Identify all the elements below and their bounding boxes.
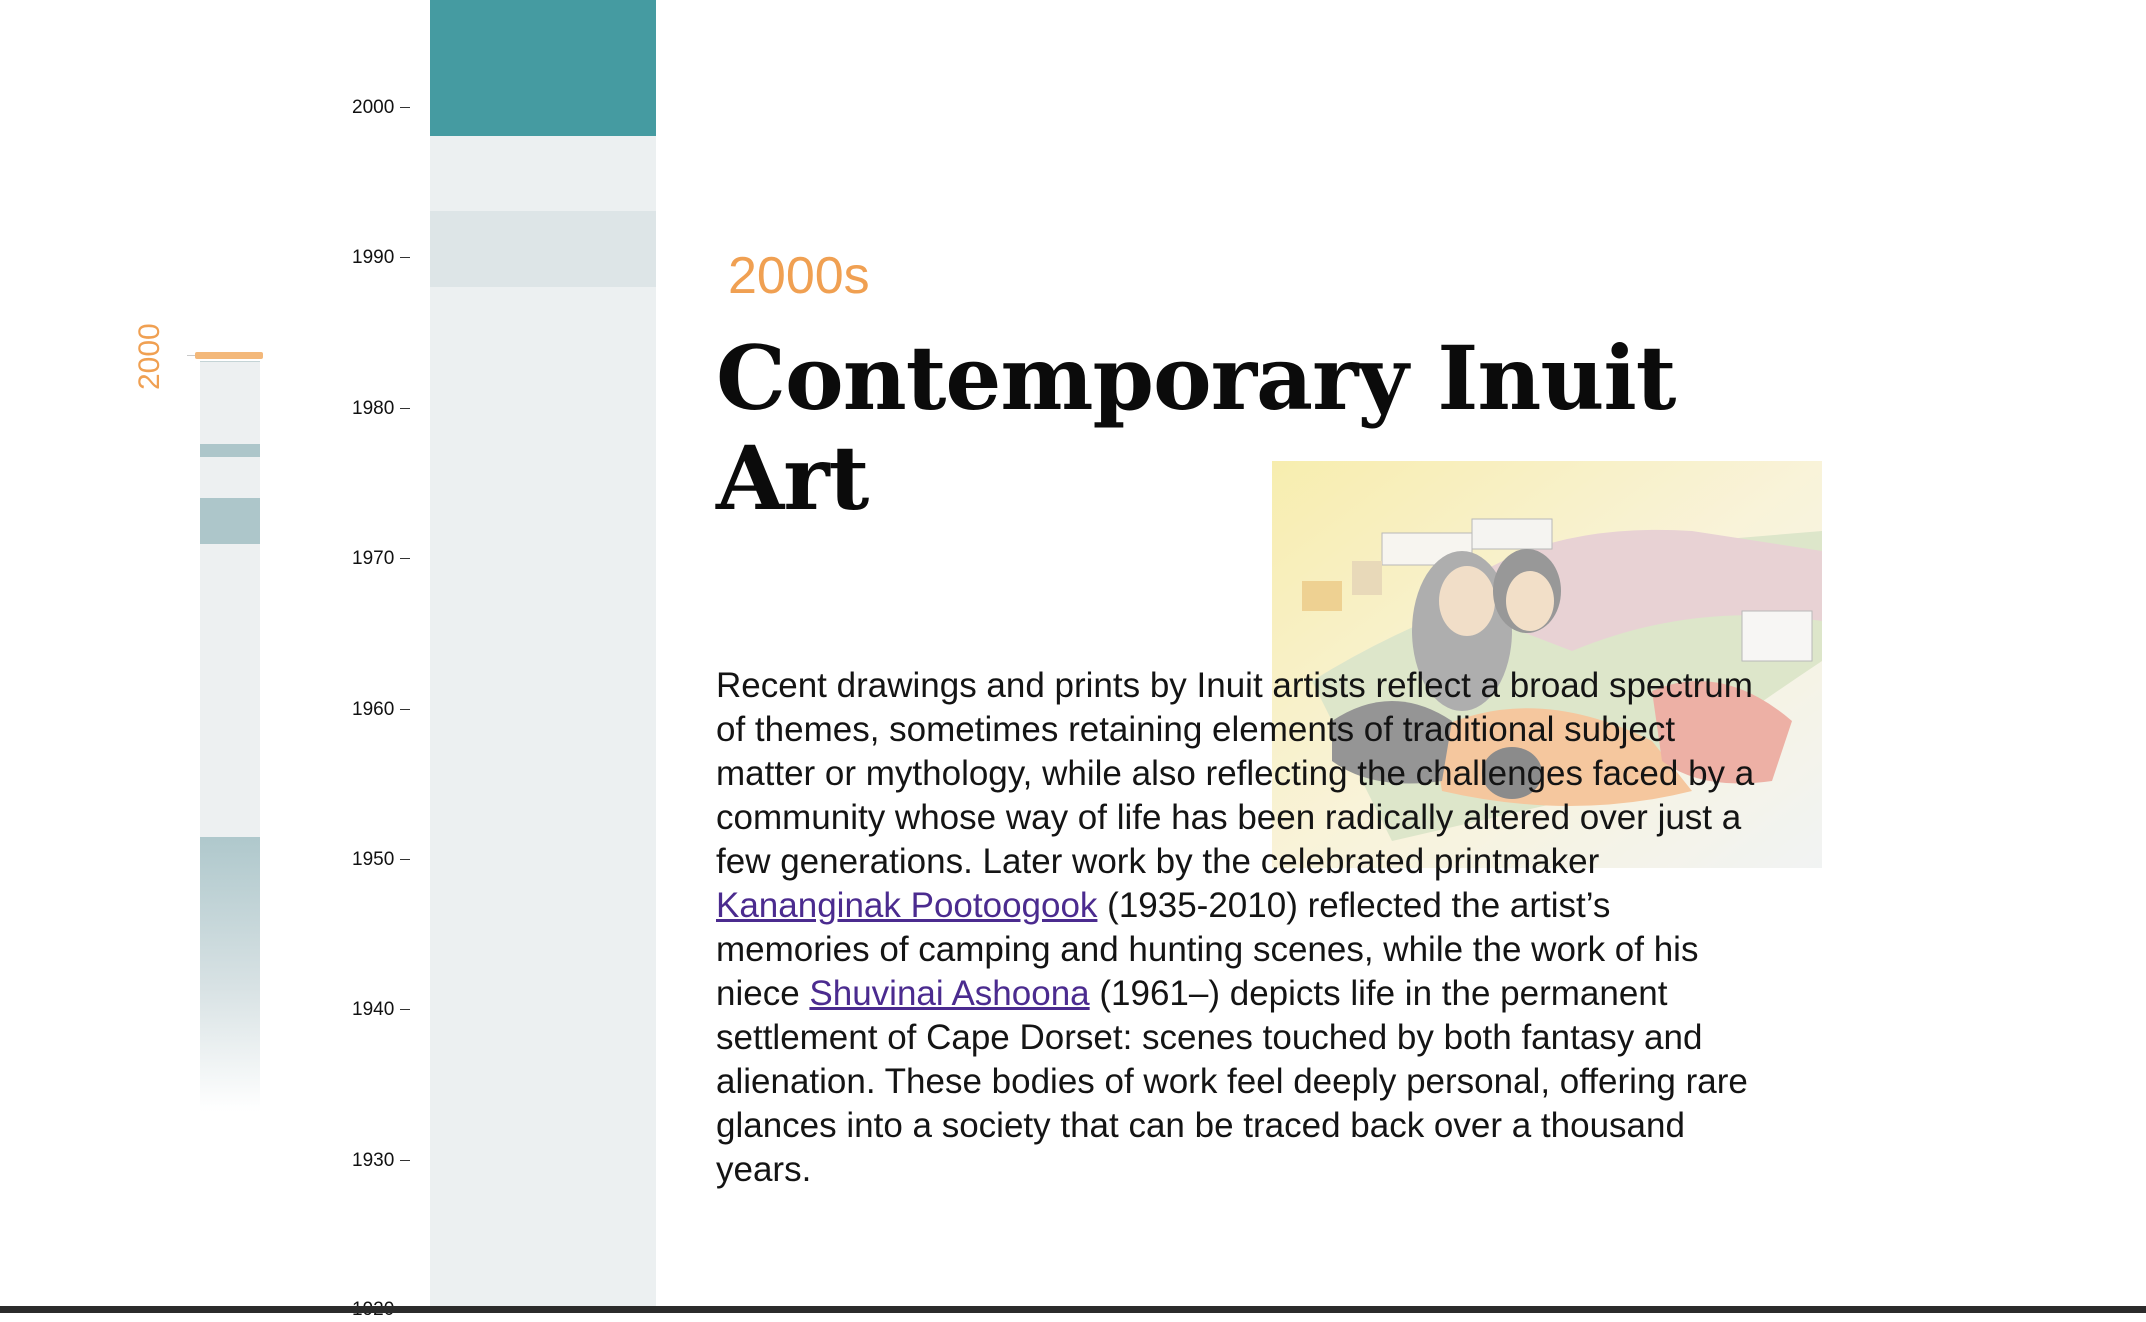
year-tick: 1930 <box>352 1149 432 1173</box>
timeline-bar[interactable] <box>430 0 656 1306</box>
year-tick: 1950 <box>352 848 432 872</box>
body-paragraph: Recent drawings and prints by Inuit arti… <box>716 666 1755 1189</box>
year-tick: 1990 <box>352 246 432 270</box>
era-label: 2000s <box>728 247 870 305</box>
minimap-position-handle[interactable] <box>187 352 263 359</box>
year-tick: 2000 <box>352 96 432 120</box>
year-tick: 1940 <box>352 998 432 1022</box>
link-shuvinai-ashoona[interactable]: Shuvinai Ashoona <box>809 974 1089 1013</box>
timeline-era-active-2000s[interactable] <box>430 0 656 136</box>
minimap-segment-fade <box>200 837 260 1112</box>
minimap-segment[interactable] <box>200 498 260 544</box>
window-bottom-edge <box>0 1306 2146 1313</box>
link-kananginak-pootoogook[interactable]: Kananginak Pootoogook <box>716 886 1097 925</box>
year-tick: 1980 <box>352 397 432 421</box>
year-tick: 1970 <box>352 547 432 571</box>
minimap-segment[interactable] <box>200 444 260 457</box>
year-tick: 1960 <box>352 698 432 722</box>
timeline-era-1990s[interactable] <box>430 211 656 287</box>
